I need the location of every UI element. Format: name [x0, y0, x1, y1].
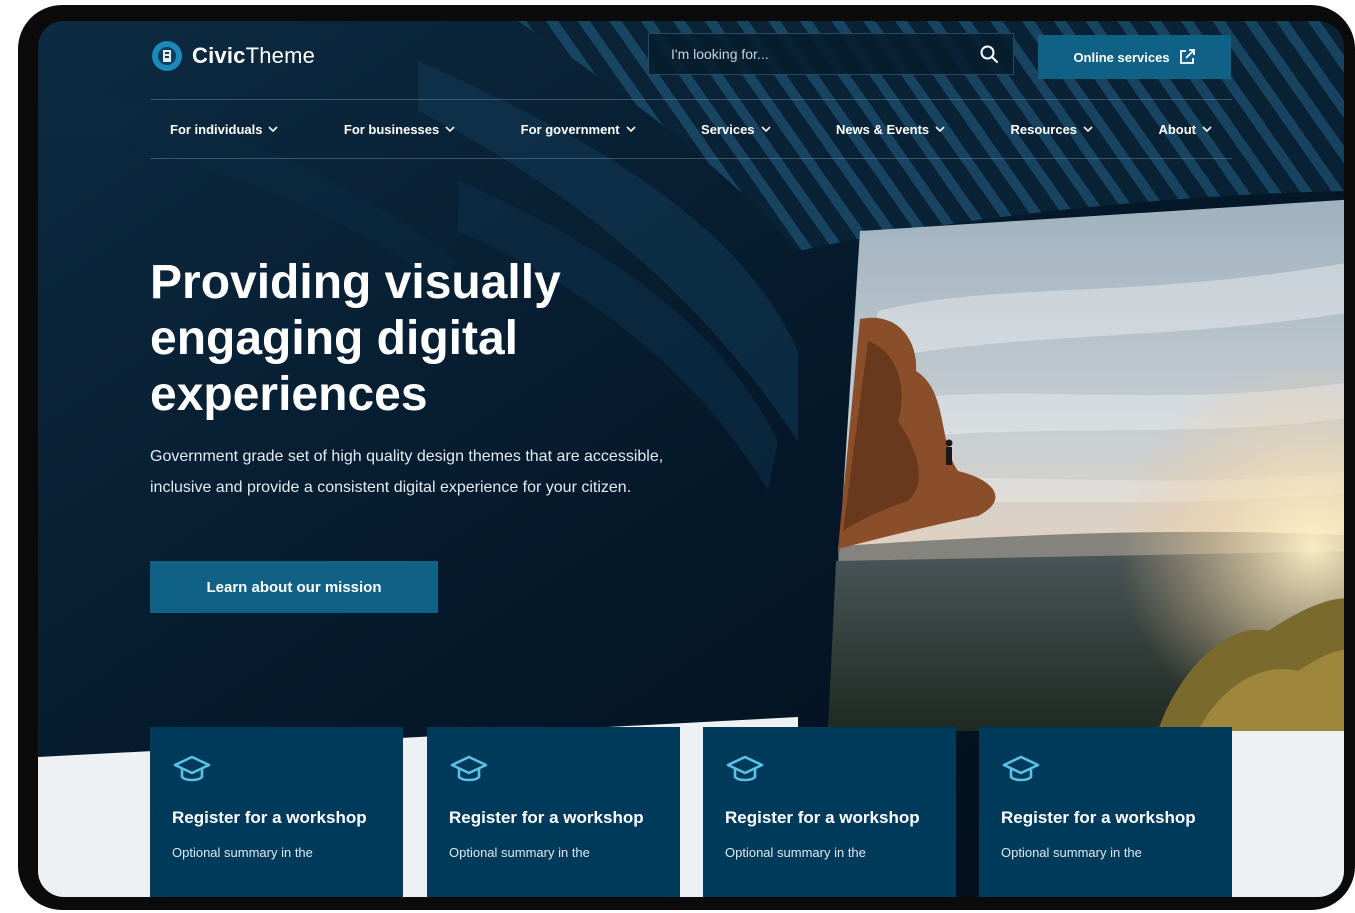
nav-item-label: Services [701, 121, 755, 137]
nav-item-about[interactable]: About [1158, 122, 1212, 137]
graduation-cap-icon [173, 755, 211, 782]
nav-item-label: News & Events [835, 121, 930, 137]
nav-item-services[interactable]: Services [701, 122, 771, 137]
online-services-label: Online services [1073, 49, 1170, 65]
graduation-cap-icon [726, 755, 764, 782]
card-title: Register for a workshop [725, 808, 920, 827]
chevron-down-icon [1202, 126, 1212, 133]
hero-title: Providing visually engaging digital expe… [150, 256, 561, 421]
primary-navigation: For individuals For businesses For gover… [150, 99, 1232, 159]
nav-item-for-individuals[interactable]: For individuals [170, 121, 279, 137]
graduation-cap-icon [1002, 755, 1040, 782]
search-bar [648, 33, 1014, 75]
learn-about-mission-button[interactable]: Learn about our mission [150, 561, 438, 613]
card-title: Register for a workshop [449, 808, 644, 827]
logo-text-bold: Civic [192, 43, 246, 68]
card-list: Register for a workshop Optional summary… [150, 727, 1240, 897]
chevron-down-icon [1083, 126, 1093, 133]
search-icon[interactable] [979, 44, 999, 64]
search-input[interactable] [669, 45, 953, 63]
site-logo[interactable]: CivicTheme [150, 39, 315, 73]
cta-label: Learn about our mission [206, 578, 382, 596]
online-services-button[interactable]: Online services [1038, 35, 1231, 79]
nav-item-for-businesses[interactable]: For businesses [344, 122, 455, 137]
logo-text: CivicTheme [192, 43, 315, 69]
nav-item-news-events[interactable]: News & Events [836, 122, 945, 137]
card-title: Register for a workshop [172, 808, 367, 827]
card-summary: Optional summary in the [1001, 845, 1142, 860]
nav-item-label: About [1158, 121, 1196, 137]
nav-item-label: For government [520, 121, 620, 137]
card-summary: Optional summary in the [449, 845, 590, 860]
nav-item-for-government[interactable]: For government [521, 122, 636, 137]
nav-item-resources[interactable]: Resources [1011, 122, 1093, 137]
device-frame: CivicTheme Online services For individua… [18, 5, 1355, 910]
chevron-down-icon [626, 126, 636, 133]
workshop-card[interactable]: Register for a workshop Optional summary… [427, 727, 680, 897]
chevron-down-icon [760, 126, 771, 133]
external-link-icon [1179, 49, 1195, 64]
nav-item-label: Resources [1010, 121, 1078, 137]
workshop-card[interactable]: Register for a workshop Optional summary… [703, 727, 956, 897]
chevron-down-icon [268, 126, 279, 133]
browser-viewport: CivicTheme Online services For individua… [38, 21, 1344, 897]
nav-item-label: For individuals [170, 121, 263, 137]
chevron-down-icon [445, 126, 455, 133]
card-summary: Optional summary in the [725, 845, 866, 860]
graduation-cap-icon [450, 755, 488, 782]
civictheme-logo-icon [152, 41, 182, 71]
workshop-card[interactable]: Register for a workshop Optional summary… [150, 727, 403, 897]
hero-landscape-image [798, 191, 1344, 731]
hero-description: Government grade set of high quality des… [150, 448, 664, 496]
chevron-down-icon [935, 126, 945, 133]
logo-text-light: Theme [245, 43, 316, 68]
workshop-card[interactable]: Register for a workshop Optional summary… [979, 727, 1232, 897]
nav-item-label: For businesses [343, 121, 440, 137]
card-summary: Optional summary in the [172, 845, 313, 860]
card-title: Register for a workshop [1001, 808, 1196, 827]
